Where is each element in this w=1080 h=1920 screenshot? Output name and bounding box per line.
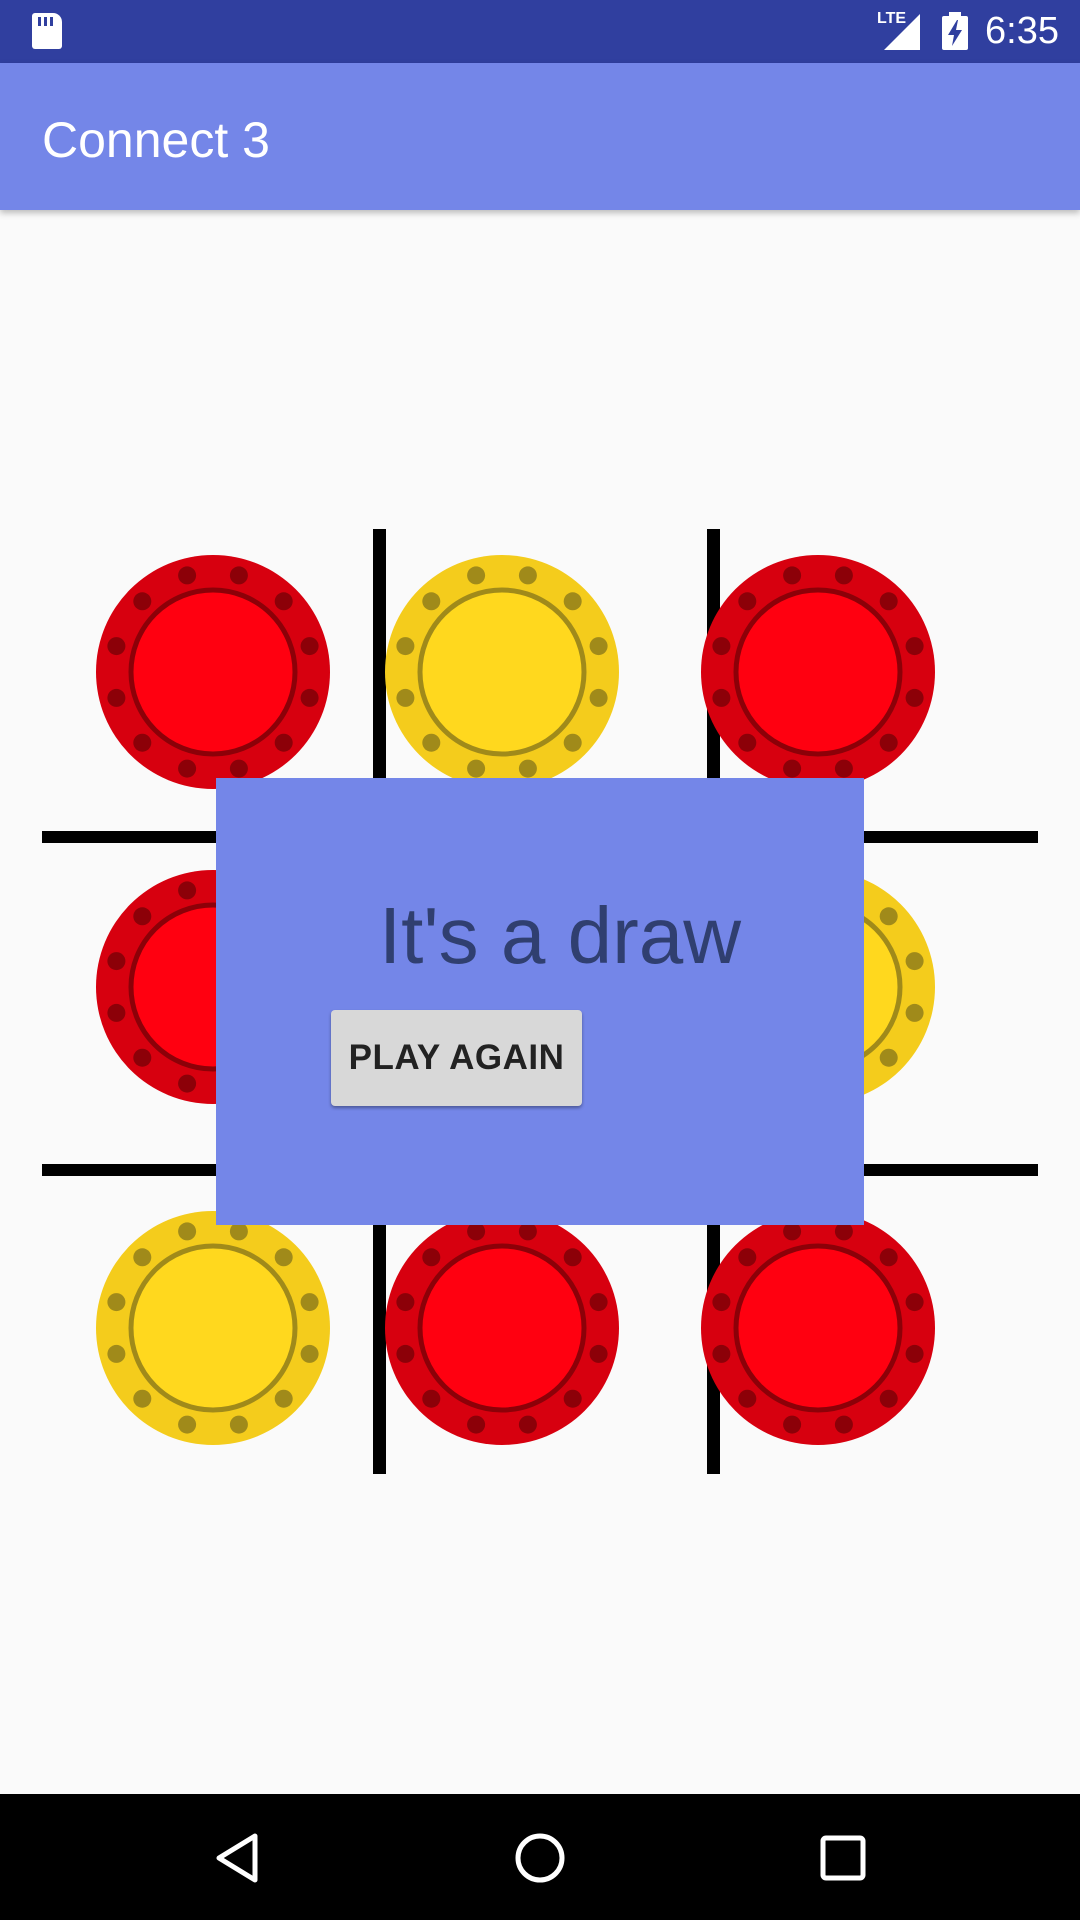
home-icon[interactable] xyxy=(510,1828,570,1888)
app-bar: Connect 3 xyxy=(0,63,1080,210)
back-icon[interactable] xyxy=(207,1828,267,1888)
yellow-chip-icon xyxy=(385,555,619,789)
clock: 6:35 xyxy=(985,10,1059,52)
red-chip-icon xyxy=(701,555,935,789)
board-cell-0-0[interactable] xyxy=(95,554,331,790)
yellow-chip-icon xyxy=(96,1211,330,1445)
result-dialog: It's a draw PLAY AGAIN xyxy=(216,778,864,1225)
sd-card-icon xyxy=(32,13,62,49)
play-again-button[interactable]: PLAY AGAIN xyxy=(331,1010,582,1106)
board-cell-0-2[interactable] xyxy=(700,554,936,790)
recents-icon[interactable] xyxy=(813,1828,873,1888)
battery-charging-icon xyxy=(942,12,968,50)
app-title: Connect 3 xyxy=(42,112,270,168)
board-cell-2-2[interactable] xyxy=(700,1210,936,1446)
red-chip-icon xyxy=(385,1211,619,1445)
red-chip-icon xyxy=(701,1211,935,1445)
signal-icon xyxy=(884,14,920,50)
red-chip-icon xyxy=(96,555,330,789)
result-message: It's a draw xyxy=(378,891,742,980)
board-cell-2-1[interactable] xyxy=(384,1210,620,1446)
status-bar: LTE 6:35 xyxy=(0,0,1080,63)
board-cell-2-0[interactable] xyxy=(95,1210,331,1446)
navigation-bar xyxy=(0,1794,1080,1920)
board-cell-0-1[interactable] xyxy=(384,554,620,790)
